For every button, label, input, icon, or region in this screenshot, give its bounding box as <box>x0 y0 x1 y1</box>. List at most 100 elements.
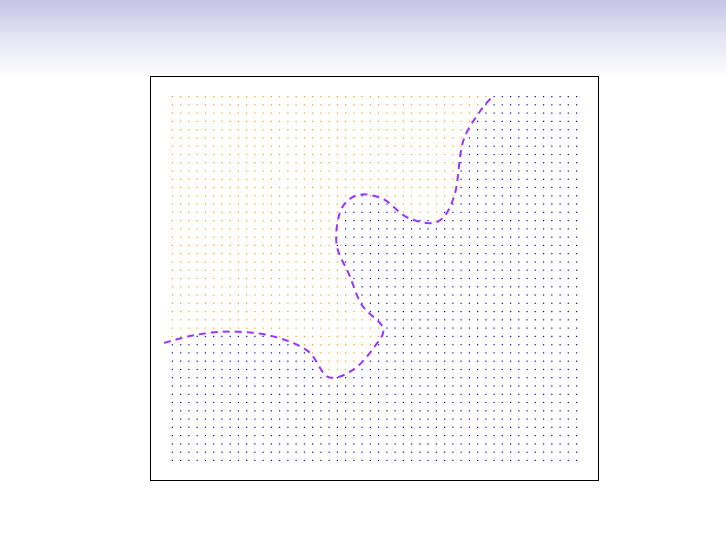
grid-point <box>237 459 239 461</box>
grid-point <box>196 203 198 205</box>
grid-point <box>171 426 173 428</box>
grid-point <box>386 352 388 354</box>
grid-point <box>353 435 355 437</box>
grid-point <box>435 319 437 321</box>
grid-point <box>295 211 297 213</box>
grid-point <box>353 137 355 139</box>
grid-point <box>444 203 446 205</box>
grid-point <box>213 327 215 329</box>
grid-point <box>518 286 520 288</box>
grid-point <box>435 170 437 172</box>
grid-point <box>534 261 536 263</box>
grid-point <box>237 228 239 230</box>
grid-point <box>171 286 173 288</box>
grid-point <box>171 311 173 313</box>
grid-point <box>345 178 347 180</box>
grid-point <box>196 352 198 354</box>
grid-point <box>567 137 569 139</box>
grid-point <box>180 203 182 205</box>
grid-point <box>460 170 462 172</box>
grid-point <box>460 327 462 329</box>
grid-point <box>534 104 536 106</box>
grid-point <box>567 129 569 131</box>
grid-point <box>485 319 487 321</box>
grid-point <box>171 401 173 404</box>
grid-point <box>567 261 569 263</box>
grid-point <box>394 401 396 404</box>
grid-point <box>221 418 223 420</box>
grid-point <box>501 401 503 404</box>
grid-point <box>394 385 396 387</box>
grid-point <box>551 327 553 329</box>
grid-point <box>435 451 437 453</box>
grid-point <box>171 120 173 122</box>
grid-point <box>386 443 388 445</box>
grid-point <box>369 253 371 255</box>
grid-point <box>468 178 470 180</box>
grid-point <box>353 335 355 337</box>
grid-point <box>204 335 206 337</box>
grid-point <box>485 120 487 122</box>
grid-point <box>477 459 479 461</box>
grid-point <box>171 244 173 246</box>
grid-point <box>303 352 305 354</box>
grid-point <box>477 162 479 164</box>
grid-point <box>543 368 545 371</box>
grid-point <box>353 104 355 106</box>
grid-point <box>303 261 305 263</box>
grid-point <box>180 335 182 337</box>
grid-point <box>221 228 223 230</box>
grid-point <box>270 319 272 321</box>
grid-point <box>543 385 545 387</box>
grid-point <box>320 311 322 313</box>
grid-point <box>576 319 578 321</box>
grid-point <box>295 162 297 164</box>
grid-point <box>188 203 190 205</box>
grid-point <box>468 137 470 139</box>
grid-point <box>444 228 446 230</box>
grid-point <box>394 244 396 246</box>
grid-point <box>567 120 569 122</box>
grid-point <box>534 96 536 98</box>
grid-point <box>361 186 363 189</box>
grid-point <box>394 418 396 420</box>
grid-point <box>394 269 396 271</box>
grid-point <box>518 459 520 461</box>
grid-point <box>328 418 330 420</box>
grid-point <box>345 137 347 139</box>
grid-point <box>312 360 314 362</box>
grid-point <box>386 302 388 304</box>
grid-point <box>468 294 470 296</box>
grid-point <box>345 319 347 321</box>
grid-point <box>262 195 264 197</box>
grid-point <box>386 401 388 404</box>
plot-frame <box>150 76 599 481</box>
grid-point <box>427 112 429 114</box>
grid-point <box>518 120 520 122</box>
grid-point <box>213 435 215 437</box>
grid-point <box>510 435 512 437</box>
grid-point <box>312 286 314 288</box>
grid-point <box>312 311 314 313</box>
grid-point <box>262 385 264 387</box>
grid-point <box>262 170 264 172</box>
grid-point <box>386 377 388 379</box>
grid-point <box>576 137 578 139</box>
grid-point <box>303 195 305 197</box>
grid-point <box>501 261 503 263</box>
grid-point <box>534 244 536 246</box>
grid-point <box>452 261 454 263</box>
grid-point <box>213 145 215 147</box>
grid-point <box>361 112 363 114</box>
grid-point <box>188 344 190 346</box>
grid-point <box>567 344 569 346</box>
grid-point <box>534 236 536 238</box>
grid-point <box>171 294 173 296</box>
grid-point <box>246 319 248 321</box>
grid-point <box>485 244 487 246</box>
grid-point <box>270 418 272 420</box>
grid-point <box>477 153 479 156</box>
grid-point <box>435 294 437 296</box>
grid-point <box>427 459 429 461</box>
grid-point <box>411 344 413 346</box>
